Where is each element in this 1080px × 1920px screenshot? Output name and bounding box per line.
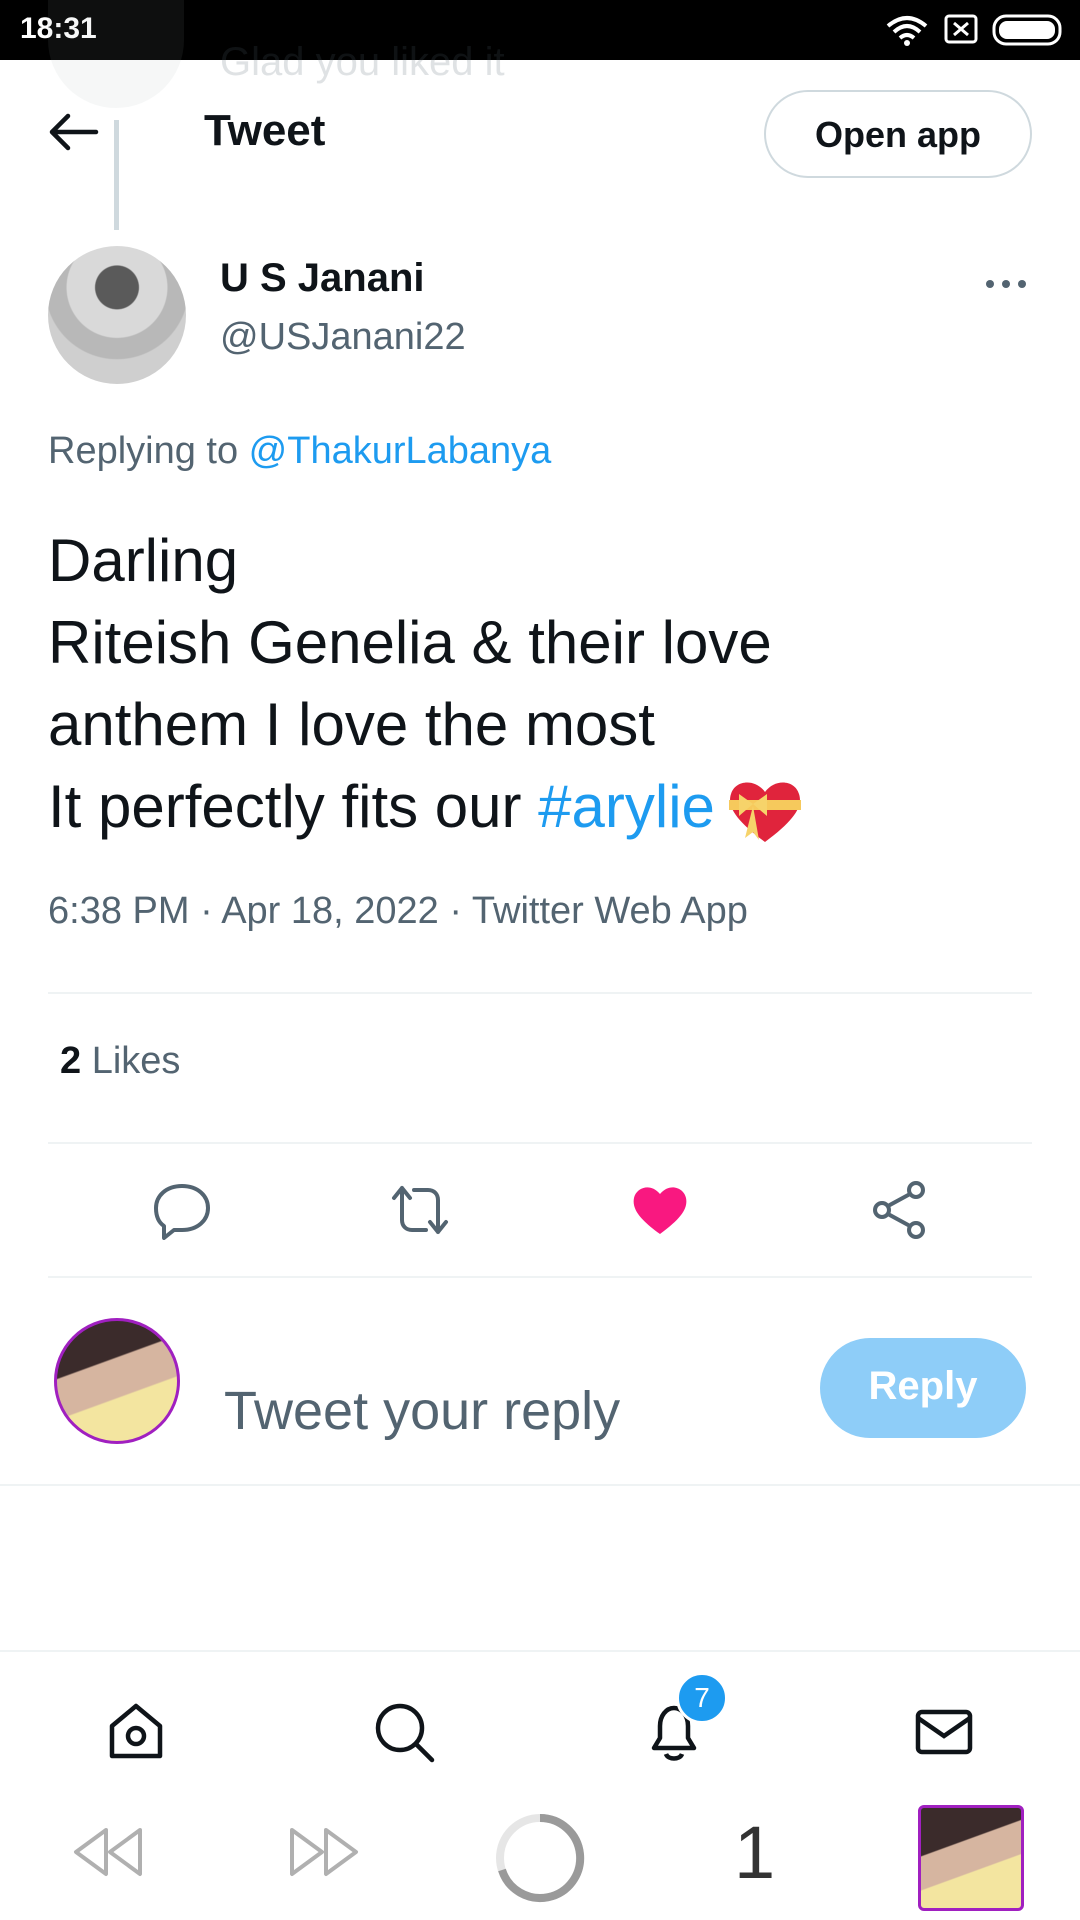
author-name[interactable]: U S Janani: [220, 256, 425, 301]
replying-to-link[interactable]: @ThakurLabanya: [249, 430, 552, 472]
share-icon[interactable]: [870, 1180, 930, 1240]
replying-to-prefix: Replying to: [48, 430, 249, 472]
mail-icon[interactable]: [912, 1700, 976, 1764]
browser-back-icon[interactable]: [70, 1822, 146, 1882]
heart-ribbon-emoji-icon: [728, 782, 801, 843]
tweet-meta: 6:38 PM · Apr 18, 2022 · Twitter Web App: [48, 890, 748, 932]
divider: [0, 1484, 1080, 1486]
tab-thumbnail[interactable]: [918, 1805, 1024, 1911]
battery-icon: [992, 14, 1062, 46]
tweet-line: It perfectly fits our: [48, 773, 539, 840]
more-icon[interactable]: [984, 264, 1028, 304]
loading-icon: [496, 1813, 585, 1902]
author-handle[interactable]: @USJanani22: [220, 316, 466, 359]
reply-icon[interactable]: [152, 1180, 212, 1240]
wifi-icon: [886, 16, 928, 46]
divider: [48, 992, 1032, 994]
previous-tweet-avatar: [48, 0, 184, 108]
divider: [0, 1650, 1080, 1652]
replying-to: Replying to @ThakurLabanya: [48, 430, 551, 473]
reply-button[interactable]: Reply: [820, 1338, 1026, 1438]
notifications-badge: 7: [676, 1672, 728, 1724]
heart-filled-icon[interactable]: [630, 1180, 690, 1240]
thread-line: [114, 120, 119, 230]
home-icon[interactable]: [104, 1700, 168, 1764]
tab-count[interactable]: 1: [734, 1810, 775, 1895]
author-avatar[interactable]: [48, 246, 186, 384]
tweet-line: anthem I love the most: [48, 691, 655, 758]
sim-icon: [944, 14, 978, 44]
search-icon[interactable]: [372, 1700, 436, 1764]
tweet-line-last: It perfectly fits our #arylie: [48, 766, 1048, 848]
open-app-button[interactable]: Open app: [764, 90, 1032, 178]
tweet-text: Darling Riteish Genelia & their love ant…: [48, 520, 1048, 848]
page-title: Tweet: [204, 106, 326, 155]
browser-forward-icon[interactable]: [286, 1822, 362, 1882]
hashtag-link[interactable]: #arylie: [538, 773, 715, 840]
reply-input[interactable]: Tweet your reply: [224, 1380, 784, 1442]
back-arrow-icon[interactable]: [46, 112, 100, 152]
likes-count[interactable]: 2 Likes: [60, 1040, 180, 1083]
retweet-icon[interactable]: [390, 1180, 450, 1240]
tweet-line: Riteish Genelia & their love: [48, 609, 772, 676]
divider: [48, 1142, 1032, 1144]
likes-number: 2: [60, 1040, 82, 1082]
divider: [48, 1276, 1032, 1278]
user-avatar: [54, 1318, 180, 1444]
likes-label: Likes: [81, 1040, 181, 1082]
previous-tweet-text: Glad you liked it: [220, 40, 505, 84]
tweet-line: Darling: [48, 527, 239, 594]
